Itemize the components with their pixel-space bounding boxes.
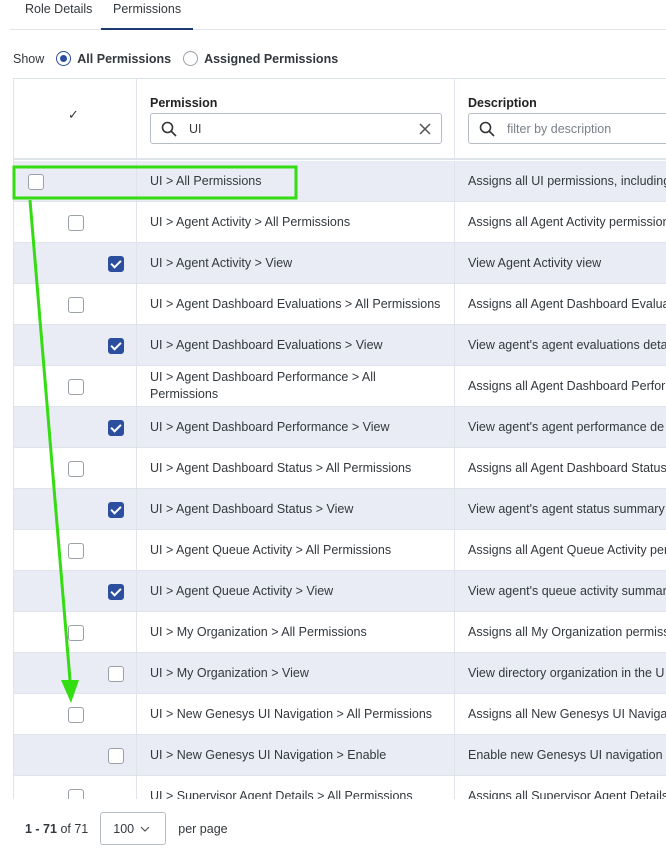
- permission-name: UI > My Organization > All Permissions: [150, 624, 367, 639]
- permission-filter-value[interactable]: UI: [189, 122, 407, 136]
- permission-description: View agent's agent evaluations deta: [468, 337, 666, 352]
- permission-description: Assigns all Agent Dashboard Evalua: [468, 296, 666, 311]
- permission-name: UI > Agent Dashboard Evaluations > View: [150, 337, 383, 352]
- tab-permissions[interactable]: Permissions: [101, 2, 194, 30]
- pagination: 1 - 71 of 71 100 per page: [25, 812, 228, 845]
- row-checkbox[interactable]: [68, 625, 84, 641]
- row-checkbox[interactable]: [68, 297, 84, 313]
- row-checkbox[interactable]: [108, 338, 124, 354]
- permission-description: Assigns all Agent Dashboard Status: [468, 460, 666, 475]
- table-row: UI > Agent Activity > View View Agent Ac…: [14, 243, 666, 284]
- table-row: UI > Agent Activity > All Permissions As…: [14, 202, 666, 243]
- table-row: UI > Agent Dashboard Evaluations > All P…: [14, 284, 666, 325]
- permission-name: UI > Agent Dashboard Evaluations > All P…: [150, 296, 441, 311]
- row-checkbox[interactable]: [68, 461, 84, 477]
- permission-description: Assigns all My Organization permiss: [468, 624, 666, 639]
- permission-description: Assigns all Agent Activity permission: [468, 214, 666, 229]
- table-row: UI > My Organization > View View directo…: [14, 653, 666, 694]
- table-row: UI > Agent Dashboard Status > All Permis…: [14, 448, 666, 489]
- permission-name: UI > Agent Dashboard Performance > View: [150, 419, 390, 434]
- search-icon: [479, 121, 495, 137]
- permission-name: UI > New Genesys UI Navigation > Enable: [150, 747, 387, 762]
- permission-description: View agent's agent performance de: [468, 419, 665, 434]
- description-filter-placeholder[interactable]: filter by description: [507, 122, 666, 136]
- permission-name: UI > Agent Activity > View: [150, 255, 293, 270]
- permission-name: UI > Agent Dashboard Status > All Permis…: [150, 460, 412, 475]
- permission-name: UI > Agent Dashboard Status > View: [150, 501, 354, 516]
- permission-name: UI > Agent Queue Activity > All Permissi…: [150, 542, 392, 557]
- table-row: UI > My Organization > All Permissions A…: [14, 612, 666, 653]
- permission-description: View Agent Activity view: [468, 255, 602, 270]
- total-text: of 71: [60, 821, 89, 836]
- table-row: UI > New Genesys UI Navigation > Enable …: [14, 735, 666, 776]
- table-row: UI > Agent Dashboard Status > View View …: [14, 489, 666, 530]
- permission-filter-input[interactable]: UI: [150, 113, 442, 144]
- row-checkbox[interactable]: [108, 584, 124, 600]
- table-row: UI > Supervisor Agent Details > All Perm…: [14, 776, 666, 799]
- permission-name: UI > Agent Queue Activity > View: [150, 583, 334, 598]
- chevron-down-icon: [140, 826, 150, 832]
- permission-name: UI > My Organization > View: [150, 665, 309, 680]
- show-label: Show: [13, 51, 45, 66]
- permission-description: Assigns all Supervisor Agent Details: [468, 788, 666, 800]
- column-header-description[interactable]: Description: [468, 96, 537, 110]
- table-row: UI > All Permissions Assigns all UI perm…: [14, 161, 666, 202]
- radio-assigned-permissions-label[interactable]: Assigned Permissions: [204, 52, 338, 66]
- page-size-select[interactable]: 100: [100, 812, 167, 845]
- table-row: UI > Agent Queue Activity > View View ag…: [14, 571, 666, 612]
- column-header-permission[interactable]: Permission: [150, 96, 217, 110]
- permission-description: Assigns all UI permissions, including: [468, 173, 666, 188]
- row-checkbox[interactable]: [68, 379, 84, 395]
- row-checkbox[interactable]: [68, 707, 84, 723]
- radio-all-permissions-label[interactable]: All Permissions: [77, 52, 171, 66]
- permission-name: UI > Supervisor Agent Details > All Perm…: [150, 788, 413, 800]
- row-checkbox[interactable]: [108, 420, 124, 436]
- row-checkbox[interactable]: [108, 256, 124, 272]
- per-page-label: per page: [178, 821, 228, 836]
- row-checkbox[interactable]: [108, 502, 124, 518]
- select-all-check-icon[interactable]: ✓: [68, 107, 79, 123]
- page-size-value: 100: [113, 821, 135, 836]
- permission-description: Assigns all Agent Dashboard Perfor: [468, 378, 666, 393]
- range-text: 1 - 71: [25, 821, 57, 836]
- table-row: UI > New Genesys UI Navigation > All Per…: [14, 694, 666, 735]
- table-row: UI > Agent Dashboard Evaluations > View …: [14, 325, 666, 366]
- search-icon: [161, 121, 177, 137]
- row-checkbox[interactable]: [68, 215, 84, 231]
- permission-description: Enable new Genesys UI navigation: [468, 747, 663, 762]
- permission-description: View agent's queue activity summar: [468, 583, 666, 598]
- permissions-table: ✓ Permission UI Description filter by de…: [13, 78, 666, 799]
- tab-bar: Role Details Permissions: [10, 0, 666, 30]
- permission-description: Assigns all Agent Queue Activity per: [468, 542, 666, 557]
- permission-description: Assigns all New Genesys UI Navigat: [468, 706, 666, 721]
- row-checkbox[interactable]: [28, 174, 44, 190]
- radio-all-permissions[interactable]: [56, 51, 72, 66]
- row-checkbox[interactable]: [68, 543, 84, 559]
- table-row: UI > Agent Dashboard Performance > View …: [14, 407, 666, 448]
- radio-assigned-permissions[interactable]: [183, 51, 199, 66]
- description-filter-input[interactable]: filter by description: [468, 113, 666, 144]
- row-checkbox[interactable]: [68, 789, 84, 799]
- table-header: ✓ Permission UI Description filter by de…: [14, 79, 666, 160]
- row-checkbox[interactable]: [108, 748, 124, 764]
- permission-name: UI > New Genesys UI Navigation > All Per…: [150, 706, 433, 721]
- permission-name: UI > Agent Dashboard Performance > All P…: [150, 370, 376, 401]
- permission-name: UI > Agent Activity > All Permissions: [150, 214, 351, 229]
- row-checkbox[interactable]: [108, 666, 124, 682]
- table-row: UI > Agent Queue Activity > All Permissi…: [14, 530, 666, 571]
- table-row: UI > Agent Dashboard Performance > All P…: [14, 366, 666, 407]
- permission-description: View directory organization in the U: [468, 665, 665, 680]
- permission-description: View agent's agent status summary: [468, 501, 665, 516]
- tab-role-details[interactable]: Role Details: [25, 2, 92, 16]
- clear-icon[interactable]: [419, 122, 431, 135]
- show-filter: Show All Permissions Assigned Permission…: [13, 51, 338, 66]
- permission-name: UI > All Permissions: [150, 173, 262, 188]
